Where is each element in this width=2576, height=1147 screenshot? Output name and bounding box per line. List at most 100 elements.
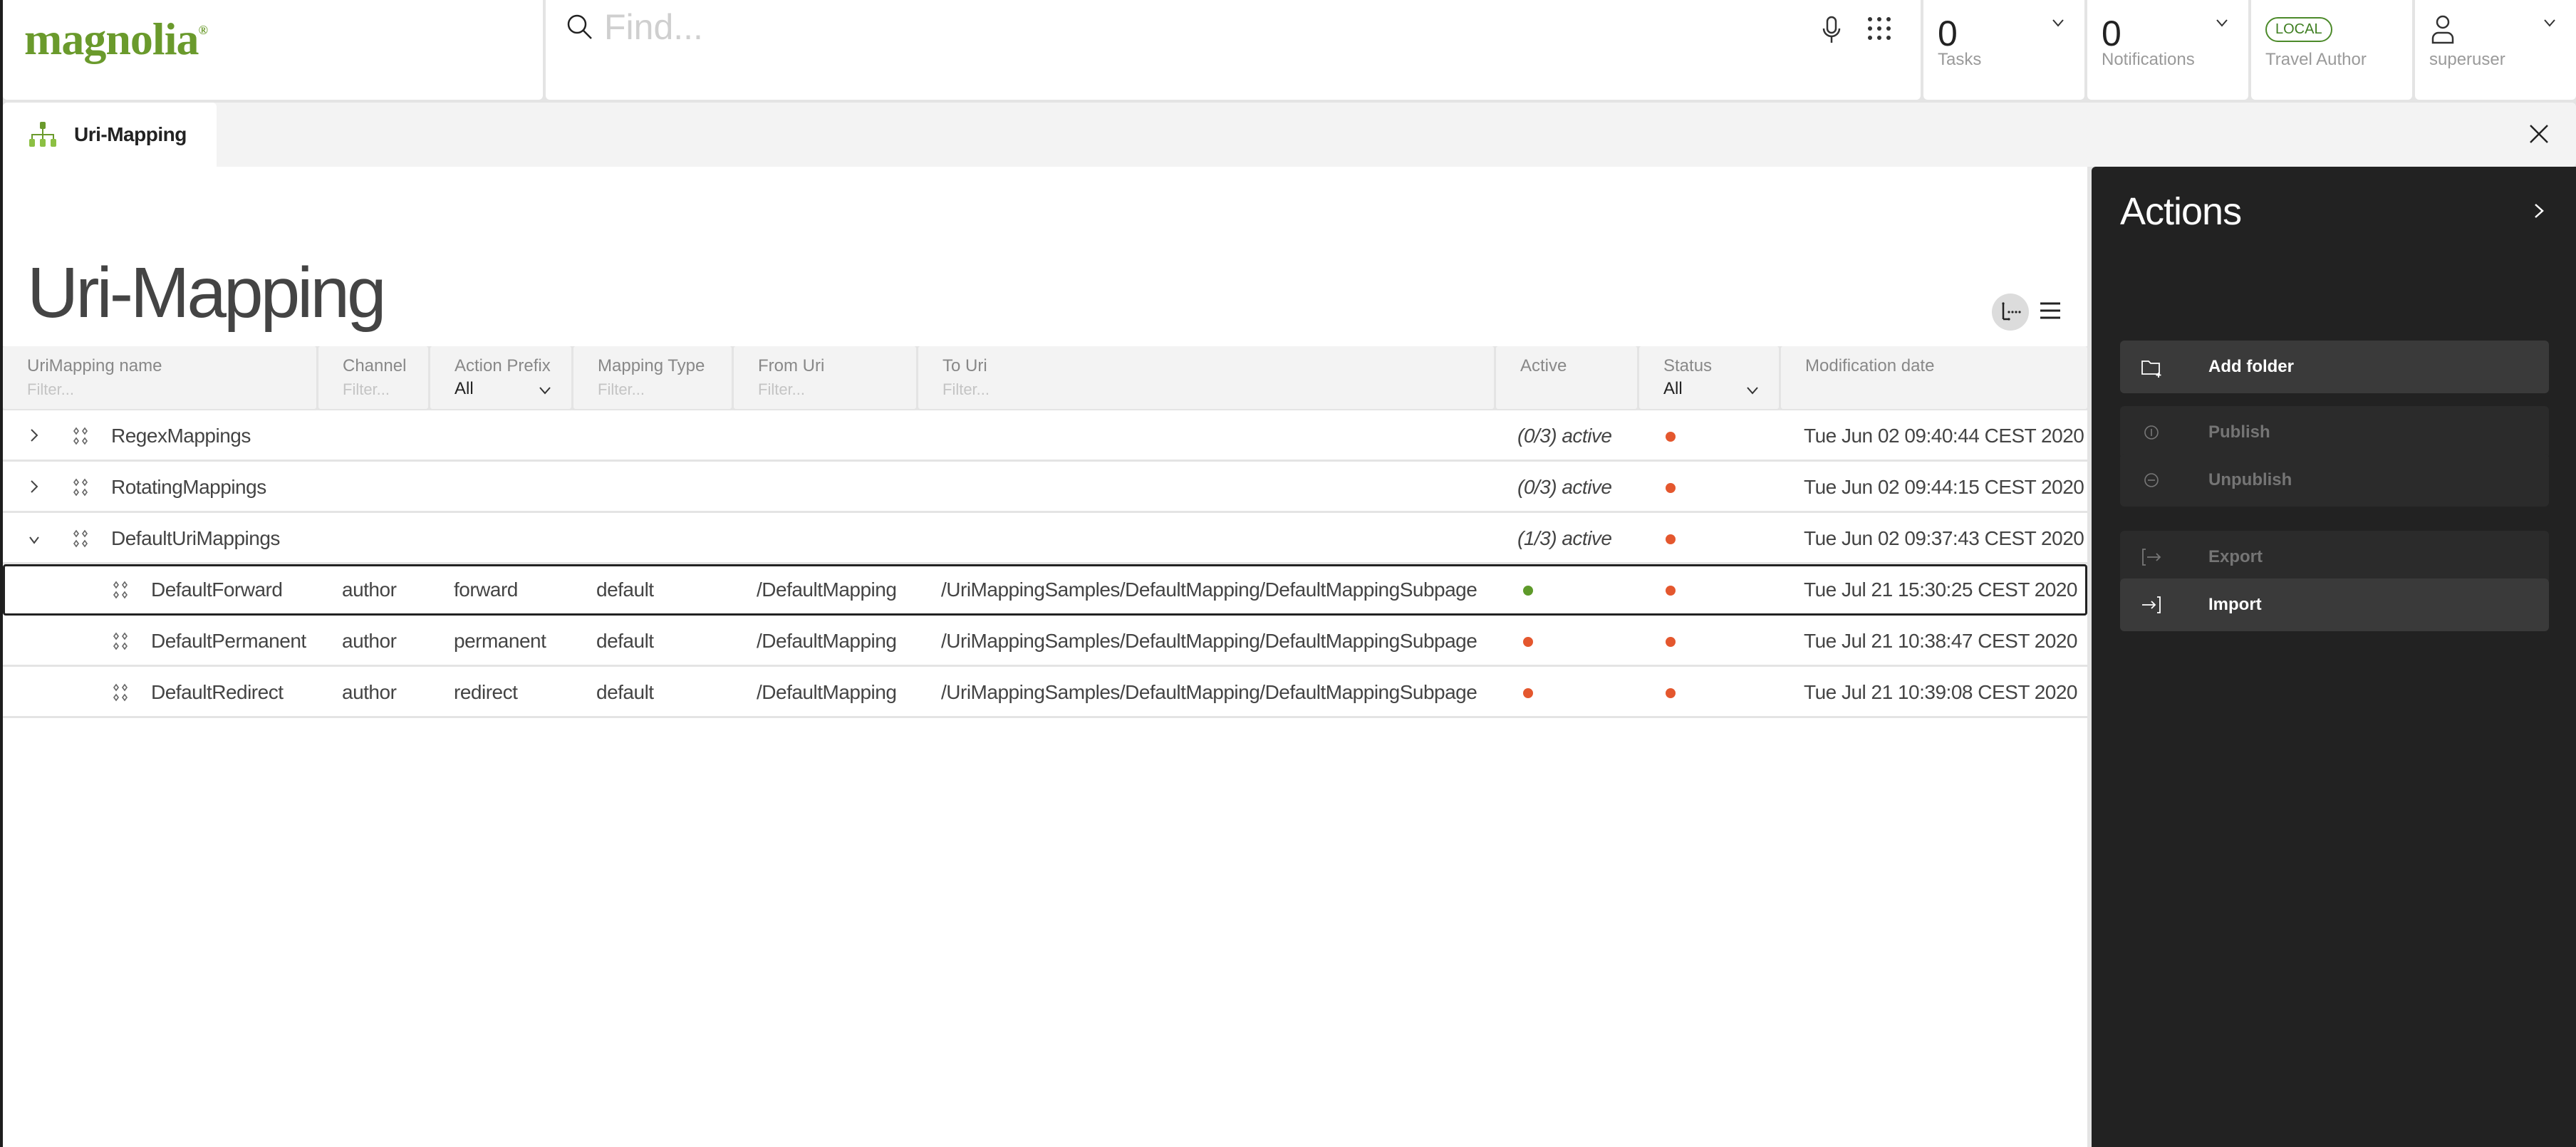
folder-node-icon	[71, 477, 90, 499]
search-input[interactable]	[604, 6, 1673, 48]
grid-body: RegexMappings (0/3) active Tue Jun 02 09:4…	[3, 410, 2087, 718]
column-header-modification-date[interactable]: Modification date	[1781, 346, 2087, 409]
tasks-indicator[interactable]: 0 Tasks	[1923, 0, 2084, 100]
chevron-down-icon[interactable]	[539, 386, 551, 395]
chevron-down-icon[interactable]	[2216, 19, 2228, 27]
cell-name: DefaultRedirect	[151, 681, 284, 703]
cell-mapping-type: default	[596, 578, 654, 601]
action-label: Import	[2208, 595, 2262, 614]
cell-modification-date: Tue Jul 21 10:39:08 CEST 2020	[1804, 681, 2078, 703]
cell-mapping-type: default	[596, 630, 654, 652]
action-export[interactable]: Export	[2120, 531, 2549, 583]
cell-action-prefix: permanent	[454, 630, 546, 652]
search-icon	[567, 14, 592, 39]
action-unpublish[interactable]: Unpublish	[2120, 454, 2549, 507]
name-filter-input[interactable]	[27, 380, 278, 399]
cell-channel: author	[342, 578, 397, 601]
to-uri-filter-input[interactable]	[942, 380, 1403, 399]
list-view-icon[interactable]	[2037, 298, 2063, 323]
notifications-indicator[interactable]: 0 Notifications	[2087, 0, 2248, 100]
cell-action-prefix: redirect	[454, 681, 518, 703]
mapping-type-filter-input[interactable]	[598, 380, 724, 399]
magnolia-logo[interactable]: magnolia®	[24, 13, 208, 66]
actions-panel: Actions Add folder Publish Unpublish Export…	[2092, 167, 2576, 1147]
action-publish[interactable]: Publish	[2120, 406, 2549, 459]
export-icon	[2142, 549, 2161, 566]
column-label: Action Prefix	[455, 356, 551, 375]
status-indicator	[1666, 586, 1676, 596]
table-row[interactable]: DefaultPermanent author permanent default/D…	[3, 616, 2087, 667]
column-header-action-prefix[interactable]: Action Prefix All	[430, 346, 571, 409]
column-header-name[interactable]: UriMapping name	[3, 346, 316, 409]
action-label: Publish	[2208, 422, 2270, 442]
cell-from-uri: /DefaultMapping	[757, 578, 897, 601]
tasks-count: 0	[1938, 14, 1958, 53]
folder-row[interactable]: DefaultUriMappings (1/3) active Tue Jun 02…	[3, 513, 2087, 564]
app-tab-strip: Uri-Mapping	[3, 103, 2576, 167]
tasks-label: Tasks	[1938, 50, 1982, 69]
column-label: Channel	[343, 356, 407, 375]
content-area: Uri-Mapping UriMapping name Channel Acti…	[3, 167, 2087, 1147]
close-icon[interactable]	[2528, 123, 2550, 145]
microphone-icon[interactable]	[1821, 16, 1842, 44]
cell-to-uri: /UriMappingSamples/DefaultMapping/Defaul…	[941, 630, 1477, 652]
channel-filter-input[interactable]	[343, 380, 431, 399]
app-launcher-icon[interactable]	[1866, 16, 1892, 41]
column-label: To Uri	[942, 356, 987, 375]
active-indicator	[1523, 586, 1533, 596]
folder-node-icon	[71, 426, 90, 447]
environment-indicator: LOCAL Travel Author	[2251, 0, 2412, 100]
chevron-right-icon[interactable]	[2533, 202, 2545, 219]
from-uri-filter-input[interactable]	[758, 380, 904, 399]
cell-name: RegexMappings	[111, 425, 251, 447]
table-row[interactable]: DefaultForward author forward default/Defau…	[3, 564, 2087, 616]
column-header-mapping-type[interactable]: Mapping Type	[573, 346, 732, 409]
folder-row[interactable]: RotatingMappings (0/3) active Tue Jun 02 0…	[3, 462, 2087, 513]
column-header-status[interactable]: Status All	[1639, 346, 1779, 409]
status-indicator	[1666, 483, 1676, 493]
publish-icon	[2144, 425, 2159, 440]
action-label: Add folder	[2208, 357, 2294, 376]
column-header-from-uri[interactable]: From Uri	[734, 346, 916, 409]
status-indicator	[1666, 534, 1676, 544]
column-label: UriMapping name	[27, 356, 162, 375]
column-header-to-uri[interactable]: To Uri	[918, 346, 1494, 409]
logo-cell: magnolia®	[3, 0, 543, 100]
action-import[interactable]: Import	[2120, 578, 2549, 631]
status-indicator	[1666, 688, 1676, 698]
chevron-right-icon[interactable]	[28, 427, 40, 443]
cell-mapping-type: default	[596, 681, 654, 703]
status-select[interactable]: All	[1663, 379, 1683, 399]
cell-modification-date: Tue Jul 21 15:30:25 CEST 2020	[1804, 578, 2078, 601]
folder-add-icon	[2141, 360, 2161, 378]
chevron-down-icon[interactable]	[2052, 19, 2065, 27]
folder-row[interactable]: RegexMappings (0/3) active Tue Jun 02 09:4…	[3, 410, 2087, 462]
column-header-active[interactable]: Active	[1496, 346, 1637, 409]
tree-view-toggle[interactable]	[1992, 294, 2029, 331]
column-header-channel[interactable]: Channel	[318, 346, 431, 409]
table-row[interactable]: DefaultRedirect author redirect default/Def…	[3, 667, 2087, 718]
status-indicator	[1666, 432, 1676, 442]
chevron-right-icon[interactable]	[28, 479, 40, 494]
cell-from-uri: /DefaultMapping	[757, 630, 897, 652]
cell-modification-date: Tue Jun 02 09:40:44 CEST 2020	[1804, 425, 2084, 447]
cell-action-prefix: forward	[454, 578, 518, 601]
active-indicator	[1523, 637, 1533, 647]
action-label: Unpublish	[2208, 470, 2292, 489]
chevron-down-icon[interactable]	[1746, 386, 1759, 395]
notifications-count: 0	[2102, 14, 2121, 53]
action-add-folder[interactable]: Add folder	[2120, 341, 2549, 393]
cell-from-uri: /DefaultMapping	[757, 681, 897, 703]
cell-channel: author	[342, 681, 397, 703]
column-label: From Uri	[758, 356, 825, 375]
cell-name: RotatingMappings	[111, 476, 266, 498]
chevron-down-icon[interactable]	[2543, 19, 2556, 27]
sitemap-icon	[29, 122, 56, 147]
import-icon	[2142, 596, 2161, 613]
user-menu[interactable]: superuser	[2415, 0, 2576, 100]
uri-mapping-grid: UriMapping name Channel Action Prefix Al…	[3, 346, 2087, 718]
tree-view-icon	[2002, 302, 2021, 321]
chevron-down-icon[interactable]	[28, 533, 40, 549]
tab-uri-mapping[interactable]: Uri-Mapping	[3, 103, 217, 167]
action-prefix-select[interactable]: All	[455, 379, 474, 399]
